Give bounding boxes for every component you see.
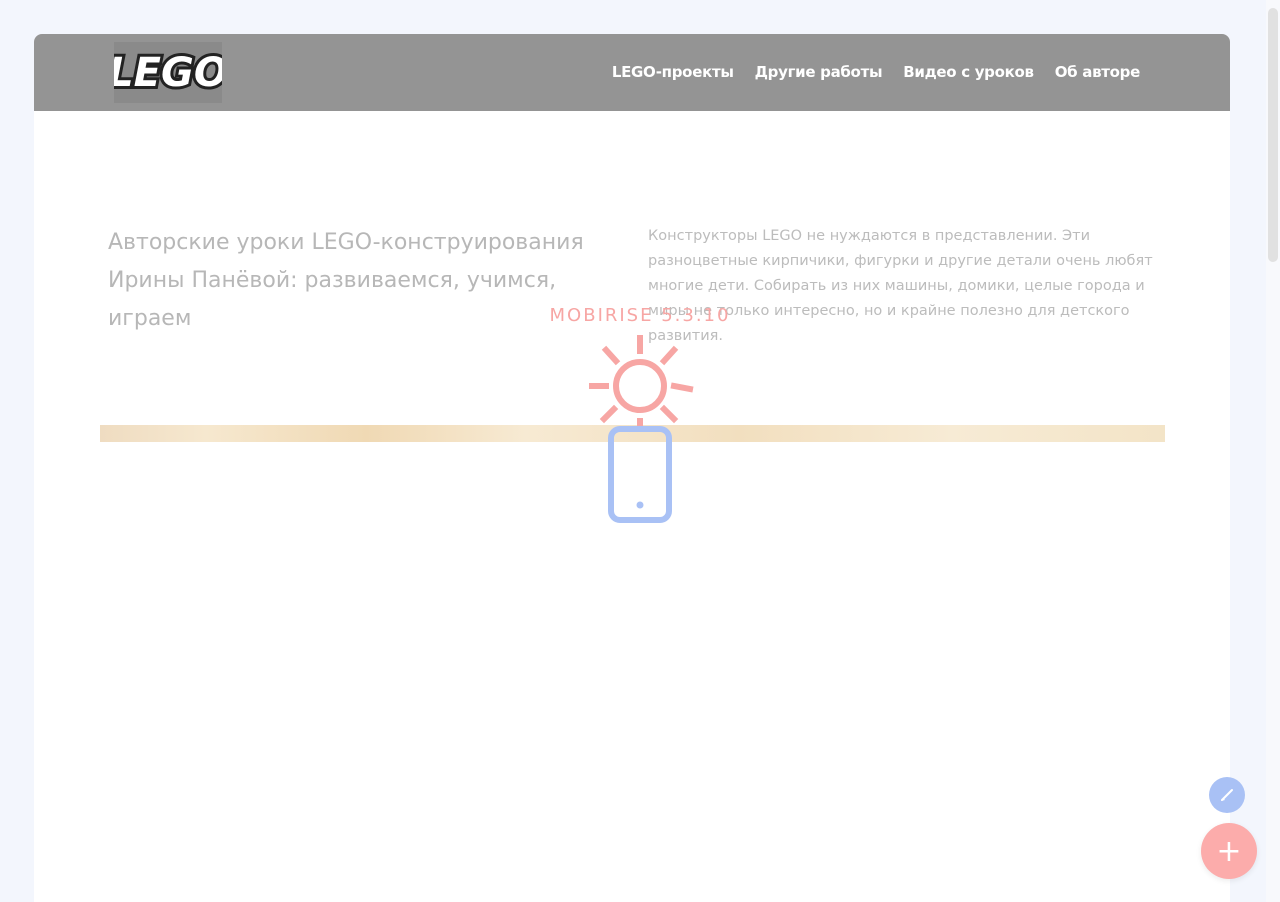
plus-icon: +	[1216, 833, 1242, 869]
nav-link-lesson-videos[interactable]: Видео с уроков	[903, 63, 1034, 81]
hero-title: Авторские уроки LEGO-конструирования Ири…	[108, 230, 584, 331]
nav-link-about-author[interactable]: Об авторе	[1055, 63, 1141, 81]
page-container: LEGO LEGO-проекты Другие работы Видео с …	[34, 34, 1230, 902]
lego-logo-image: LEGO	[105, 47, 231, 99]
nav-link-lego-projects[interactable]: LEGO-проекты	[612, 63, 734, 81]
hero-image	[100, 425, 1165, 442]
brush-icon	[1221, 789, 1233, 801]
lego-logo[interactable]: LEGO	[105, 42, 231, 103]
nav-menu: LEGO-проекты Другие работы Видео с уроко…	[612, 63, 1140, 81]
lego-logo-text: LEGO	[114, 50, 222, 96]
navbar: LEGO LEGO-проекты Другие работы Видео с …	[34, 34, 1230, 111]
add-block-button[interactable]: +	[1201, 823, 1257, 879]
scrollbar[interactable]	[1266, 0, 1280, 902]
scrollbar-thumb[interactable]	[1268, 8, 1278, 262]
nav-link-other-works[interactable]: Другие работы	[755, 63, 883, 81]
edit-style-button[interactable]	[1209, 777, 1245, 813]
hero-description: Конструкторы LEGO не нуждаются в предста…	[648, 228, 1153, 344]
